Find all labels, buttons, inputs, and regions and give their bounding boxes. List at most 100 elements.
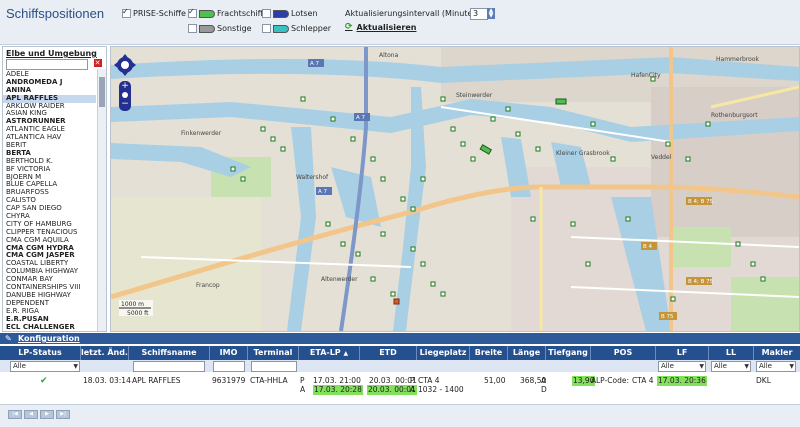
map-label-hammerbrook: Hammerbrook <box>716 56 760 63</box>
col-letzt-aend[interactable]: letzt. Änd. <box>81 346 129 360</box>
ship-list-scrollbar[interactable] <box>97 69 106 331</box>
first-page-icon[interactable]: |◀ <box>8 410 22 419</box>
sort-asc-icon: ▲ <box>343 350 349 357</box>
map-label-francop: Francop <box>196 282 220 289</box>
interval-spinner[interactable]: ▲ ▼ <box>487 8 495 19</box>
refresh-icon: ⟳ <box>345 22 353 32</box>
terminal-filter[interactable] <box>251 361 297 372</box>
col-imo[interactable]: IMO <box>210 346 248 360</box>
col-pos[interactable]: POS <box>591 346 656 360</box>
map-label-altona: Altona <box>379 52 399 59</box>
road-label-b4-b75-2: B 4; B 75 <box>688 279 714 285</box>
refresh-button[interactable]: ⟳ Aktualisieren <box>345 22 416 32</box>
prise-label: PRISE-Schiffe <box>133 9 186 18</box>
cell-eta-a-flag: A <box>300 385 306 394</box>
col-liegeplatz[interactable]: Liegeplatz <box>417 346 470 360</box>
road-label-b4: B 4 <box>643 244 653 250</box>
sonstige-checkbox[interactable] <box>188 24 197 33</box>
scale-feet: 5000 ft <box>127 310 149 317</box>
ship-list: ADELE ANDROMEDA J ANINA APL RAFFLES ARKLOW R… <box>3 70 96 331</box>
cell-etd-a-flag: A <box>410 385 416 394</box>
map-label-finkenwerder: Finkenwerder <box>181 130 222 137</box>
col-eta-lp-label: ETA-LP <box>309 348 341 357</box>
map-label-veddel: Veddel <box>651 154 672 161</box>
table-header: LP-Status letzt. Änd. Schiffsname IMO Te… <box>0 346 800 360</box>
fracht-checkbox[interactable] <box>188 7 197 18</box>
col-breite[interactable]: Breite <box>470 346 508 360</box>
road-label-a7-2: A 7 <box>356 115 366 121</box>
col-tiefgang[interactable]: Tiefgang <box>546 346 591 360</box>
config-link[interactable]: Konfiguration <box>18 334 80 343</box>
col-ll[interactable]: LL <box>709 346 754 360</box>
map-label-kleiner-grasbrook: Kleiner Grasbrook <box>556 150 610 157</box>
road-label-a7-3: A 7 <box>318 189 328 195</box>
map-canvas: Altona HafenCity Hammerbrook Steinwerder… <box>111 47 799 331</box>
table-filter-row: Alle Alle Alle Alle <box>0 360 800 372</box>
map-label-altenwerder: Altenwerder <box>321 276 358 283</box>
scale-meters: 1000 m <box>121 301 144 308</box>
road-label-b75: B 75 <box>661 314 674 320</box>
imo-filter[interactable] <box>213 361 245 372</box>
prise-checkbox[interactable] <box>122 7 131 18</box>
cell-eta-a: 17.03. 20:28 <box>313 385 363 395</box>
ll-filter[interactable]: Alle <box>711 361 751 372</box>
filter-sonstige[interactable]: Sonstige <box>188 24 252 33</box>
ship-list-panel: Elbe und Umgebung ✕ ADELE ANDROMEDA J ANIN… <box>2 46 107 332</box>
makler-filter[interactable]: Alle <box>756 361 796 372</box>
col-etd[interactable]: ETD <box>360 346 417 360</box>
lp-status-filter[interactable]: Alle <box>10 361 80 372</box>
table-row-actual[interactable]: A 17.03. 20:28 20.03. 00:01 A 1032 - 140… <box>0 385 800 395</box>
zoom-slider-handle[interactable] <box>122 92 128 98</box>
schlepper-label: Schlepper <box>291 24 332 33</box>
schlepper-checkbox[interactable] <box>262 24 271 33</box>
col-eta-lp[interactable]: ETA-LP ▲ <box>299 346 360 360</box>
harbor-map[interactable]: Altona HafenCity Hammerbrook Steinwerder… <box>110 46 800 332</box>
fracht-label: Frachtschiffe <box>217 9 269 18</box>
cell-berth-range: 1032 - 1400 <box>418 385 464 394</box>
zoom-in-icon[interactable]: + <box>119 81 131 91</box>
lotsen-checkbox[interactable] <box>262 9 271 18</box>
interval-input[interactable]: 3 <box>470 8 488 20</box>
sonstige-label: Sonstige <box>217 24 252 33</box>
filter-schlepper[interactable]: Schlepper <box>262 24 331 33</box>
refresh-label: Aktualisieren <box>356 22 417 32</box>
interval-label: Aktualisierungsintervall (Minuten): <box>345 9 484 18</box>
ship-search-input[interactable] <box>6 59 88 70</box>
next-page-icon[interactable]: ▶ <box>40 410 54 419</box>
map-label-waltershof: Waltershof <box>296 174 329 181</box>
lf-filter[interactable]: Alle <box>658 361 706 372</box>
map-pan-control[interactable] <box>114 53 136 77</box>
filter-lotsen[interactable]: Lotsen <box>262 9 318 18</box>
col-makler[interactable]: Makler <box>754 346 800 360</box>
zoom-out-icon[interactable]: − <box>119 99 131 109</box>
col-lp-status[interactable]: LP-Status <box>0 346 81 360</box>
page-title: Schiffspositionen <box>6 6 105 21</box>
col-schiffsname[interactable]: Schiffsname <box>129 346 210 360</box>
map-label-hafencity: HafenCity <box>631 72 661 79</box>
road-label-a7-1: A 7 <box>310 61 320 67</box>
clear-search-icon[interactable]: ✕ <box>93 59 102 67</box>
filter-frachtschiffe[interactable]: Frachtschiffe <box>188 7 269 18</box>
table-pager: |◀ ◀ ▶ ▶| <box>0 404 800 427</box>
map-zoom-control[interactable]: + − <box>119 81 131 111</box>
top-toolbar: Schiffspositionen PRISE-Schiffe Frachtsc… <box>0 0 800 45</box>
col-lf[interactable]: LF <box>656 346 709 360</box>
map-label-steinwerder: Steinwerder <box>456 92 493 99</box>
schiffsname-filter[interactable] <box>133 361 205 372</box>
road-label-b4-b75-1: B 4; B 75 <box>688 199 714 205</box>
config-bar[interactable]: ✎ Konfiguration <box>0 333 800 344</box>
ship-list-item[interactable]: ECOSTAR G.O. <box>6 330 56 331</box>
cell-tiefgang-flag2: D <box>541 385 547 394</box>
last-page-icon[interactable]: ▶| <box>56 410 70 419</box>
grey-ship-icon <box>199 24 215 33</box>
wrench-icon: ✎ <box>5 334 12 343</box>
teal-ship-icon <box>273 24 289 33</box>
lotsen-label: Lotsen <box>291 9 318 18</box>
col-laenge[interactable]: Länge <box>508 346 546 360</box>
green-ship-icon <box>199 9 215 18</box>
map-label-rothenburgsort: Rothenburgsort <box>711 112 758 119</box>
filter-prise-schiffe[interactable]: PRISE-Schiffe <box>122 7 186 18</box>
prev-page-icon[interactable]: ◀ <box>24 410 38 419</box>
col-terminal[interactable]: Terminal <box>248 346 299 360</box>
blue-ship-icon <box>273 9 289 18</box>
